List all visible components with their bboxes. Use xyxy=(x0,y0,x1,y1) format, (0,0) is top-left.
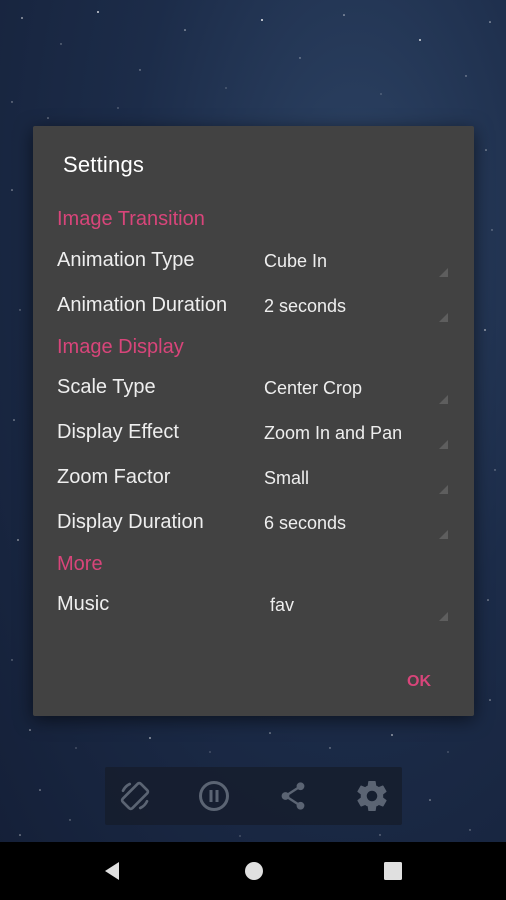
dropdown-arrow-icon xyxy=(439,440,448,449)
display-effect-label: Display Effect xyxy=(57,421,179,443)
animation-duration-label: Animation Duration xyxy=(57,294,228,316)
display-duration-value: 6 seconds xyxy=(264,513,347,533)
scale-type-value: Center Crop xyxy=(264,378,363,398)
animation-type-label: Animation Type xyxy=(57,249,195,271)
dropdown-arrow-icon xyxy=(439,268,448,277)
animation-duration-spinner[interactable]: 2 seconds xyxy=(260,286,450,326)
section-header-image-display: Image Display xyxy=(57,336,184,358)
share-icon xyxy=(281,782,305,810)
display-effect-value: Zoom In and Pan xyxy=(264,423,403,443)
share-button[interactable] xyxy=(275,778,311,814)
music-value: fav xyxy=(270,595,295,615)
setting-row-scale-type: Scale Type Center Crop xyxy=(33,368,474,408)
system-navigation-bar xyxy=(0,842,506,900)
pause-button[interactable] xyxy=(196,778,232,814)
dropdown-arrow-icon xyxy=(439,530,448,539)
animation-type-value: Cube In xyxy=(264,251,328,271)
display-duration-label: Display Duration xyxy=(57,511,204,533)
screen-rotation-icon xyxy=(120,781,150,811)
setting-row-display-duration: Display Duration 6 seconds xyxy=(33,503,474,543)
music-label: Music xyxy=(57,593,110,615)
gear-icon xyxy=(357,781,387,812)
dropdown-arrow-icon xyxy=(439,313,448,322)
zoom-factor-label: Zoom Factor xyxy=(57,466,171,488)
scale-type-label: Scale Type xyxy=(57,376,156,398)
dropdown-arrow-icon xyxy=(439,485,448,494)
animation-type-spinner[interactable]: Cube In xyxy=(260,241,450,281)
settings-dialog: Settings Image Transition Animation Type… xyxy=(33,126,474,716)
recents-button[interactable] xyxy=(379,857,407,885)
setting-row-animation-type: Animation Type Cube In xyxy=(33,241,474,281)
music-spinner[interactable]: fav xyxy=(260,585,450,625)
recents-icon xyxy=(384,862,402,880)
back-button[interactable] xyxy=(99,857,127,885)
zoom-factor-value: Small xyxy=(264,468,310,488)
settings-button[interactable] xyxy=(354,778,390,814)
slideshow-screen: Settings Image Transition Animation Type… xyxy=(0,0,506,900)
ok-button[interactable]: OK xyxy=(397,664,441,700)
animation-duration-value: 2 seconds xyxy=(264,296,347,316)
back-icon xyxy=(105,862,119,880)
setting-row-display-effect: Display Effect Zoom In and Pan xyxy=(33,413,474,453)
home-button[interactable] xyxy=(240,857,268,885)
slideshow-toolbar xyxy=(105,767,402,825)
zoom-factor-spinner[interactable]: Small xyxy=(260,458,450,498)
setting-row-music: Music fav xyxy=(33,585,474,625)
setting-row-animation-duration: Animation Duration 2 seconds xyxy=(33,286,474,326)
home-icon xyxy=(245,862,263,880)
section-header-image-transition: Image Transition xyxy=(57,208,205,230)
rotate-screen-button[interactable] xyxy=(117,778,153,814)
display-effect-spinner[interactable]: Zoom In and Pan xyxy=(260,413,450,453)
dialog-title: Settings xyxy=(63,152,145,177)
dropdown-arrow-icon xyxy=(439,612,448,621)
setting-row-zoom-factor: Zoom Factor Small xyxy=(33,458,474,498)
dropdown-arrow-icon xyxy=(439,395,448,404)
scale-type-spinner[interactable]: Center Crop xyxy=(260,368,450,408)
pause-icon xyxy=(199,781,229,811)
display-duration-spinner[interactable]: 6 seconds xyxy=(260,503,450,543)
section-header-more: More xyxy=(57,553,103,575)
